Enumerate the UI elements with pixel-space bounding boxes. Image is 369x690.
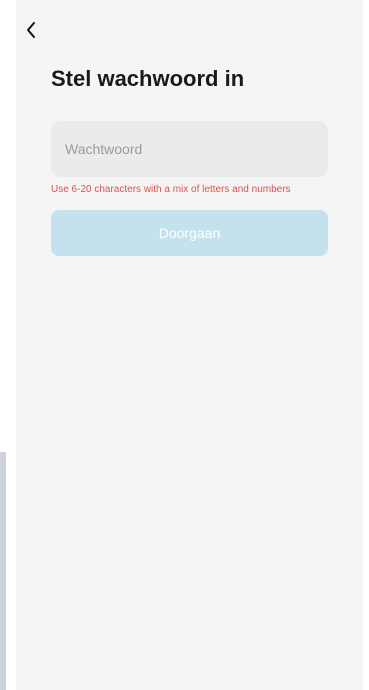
back-button[interactable] bbox=[21, 18, 41, 42]
continue-button[interactable]: Doorgaan bbox=[51, 210, 328, 256]
password-input[interactable] bbox=[65, 121, 314, 177]
password-requirements-hint: Use 6-20 characters with a mix of letter… bbox=[51, 184, 291, 195]
left-edge-strip bbox=[0, 452, 6, 690]
page-title: Stel wachwoord in bbox=[51, 66, 245, 91]
chevron-left-icon bbox=[27, 22, 35, 38]
screen bbox=[16, 0, 363, 690]
password-field[interactable] bbox=[51, 121, 328, 177]
right-edge bbox=[363, 0, 369, 690]
